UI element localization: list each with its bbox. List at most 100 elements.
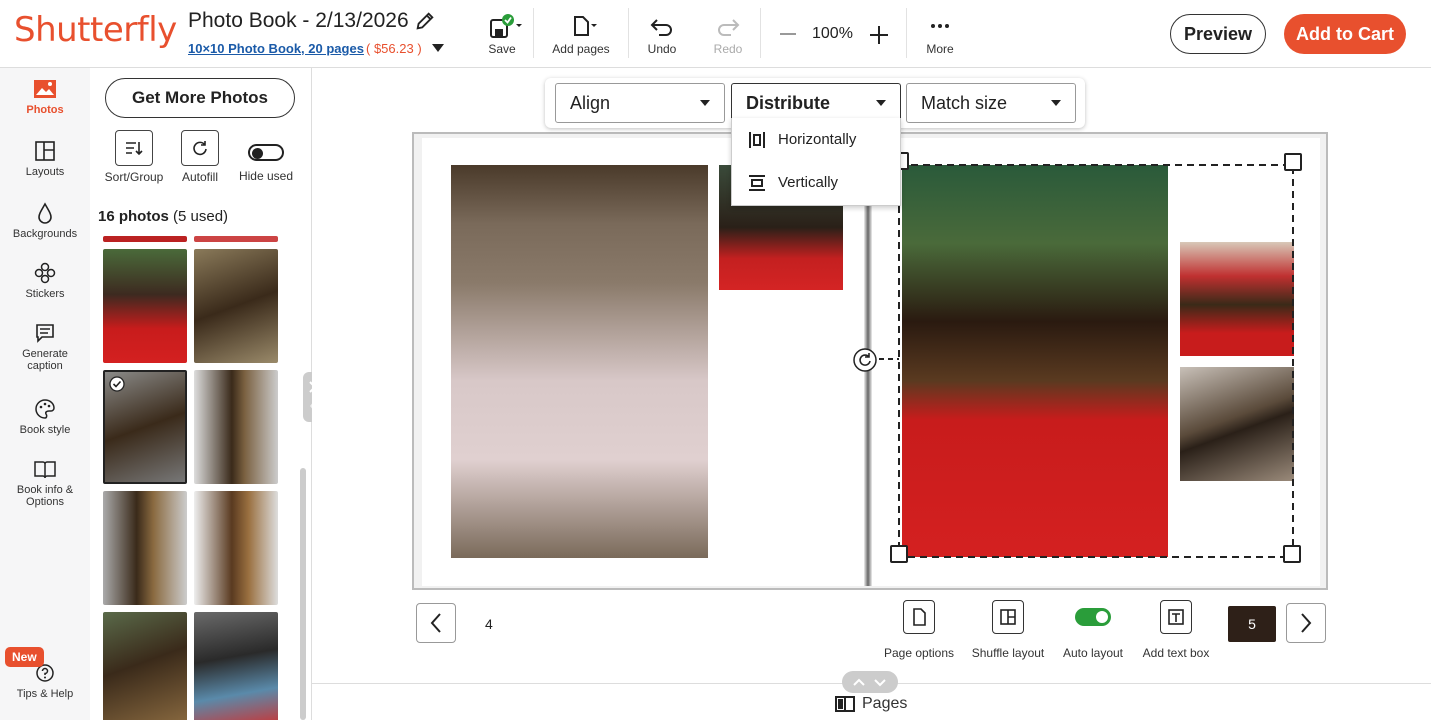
edit-title-pencil-icon[interactable] — [414, 10, 436, 32]
get-more-photos-button[interactable]: Get More Photos — [105, 78, 295, 118]
add-page-icon — [574, 16, 597, 36]
vertically-label: Vertically — [778, 174, 839, 191]
page-options-button[interactable]: Page options — [880, 600, 958, 660]
auto-layout-toggle[interactable]: Auto layout — [1058, 600, 1128, 660]
project-title[interactable]: Photo Book - 2/13/2026 — [188, 9, 409, 33]
autofill-button[interactable]: Autofill — [176, 130, 224, 184]
used-check-icon — [109, 376, 125, 392]
photo-thumbnail-selected[interactable] — [103, 370, 187, 484]
rotate-handle-icon[interactable] — [853, 348, 877, 372]
hide-used-switch[interactable] — [248, 144, 284, 161]
add-to-cart-button[interactable]: Add to Cart — [1284, 14, 1406, 54]
distribute-label: Distribute — [746, 93, 831, 113]
distribute-vertically-option[interactable]: Vertically — [748, 171, 838, 195]
match-size-chevron-icon — [1051, 100, 1061, 106]
book-price: ( $56.23 ) — [366, 41, 422, 56]
nav-photos[interactable]: Photos — [0, 78, 90, 116]
nav-stickers-label: Stickers — [25, 288, 65, 300]
match-size-label: Match size — [921, 93, 1008, 113]
resize-handle-top-right[interactable] — [1284, 153, 1302, 171]
match-size-dropdown[interactable]: Match size — [906, 83, 1076, 123]
more-button[interactable]: More — [918, 0, 962, 68]
resize-handle-bottom-left[interactable] — [890, 545, 908, 563]
undo-label: Undo — [647, 42, 677, 56]
align-dropdown[interactable]: Align — [555, 83, 725, 123]
text-box-icon — [1168, 609, 1184, 625]
caption-icon — [36, 324, 54, 343]
photo-thumbnail[interactable] — [103, 236, 187, 242]
previous-page-button[interactable] — [416, 603, 456, 643]
chevron-left-icon — [430, 613, 441, 633]
redo-icon — [718, 19, 740, 36]
zoom-level: 100% — [812, 25, 853, 42]
nav-layouts[interactable]: Layouts — [0, 140, 90, 178]
save-label: Save — [488, 42, 516, 56]
zoom-in-icon[interactable] — [868, 24, 890, 46]
next-page-button[interactable] — [1286, 603, 1326, 643]
distribute-vertical-icon — [749, 175, 765, 191]
add-pages-label: Add pages — [552, 42, 610, 56]
shuffle-layout-button[interactable]: Shuffle layout — [968, 600, 1048, 660]
current-page-number[interactable]: 5 — [1228, 606, 1276, 642]
pages-label[interactable]: Pages — [862, 695, 907, 713]
hide-used-label: Hide used — [238, 169, 294, 183]
zoom-out-icon[interactable] — [778, 26, 798, 42]
save-check-icon — [490, 14, 522, 38]
photo-thumbnail[interactable] — [194, 612, 278, 720]
top-bar: Shutterfly Photo Book - 2/13/2026 10×10 … — [0, 0, 1431, 68]
photos-icon — [34, 80, 56, 98]
toolbar-divider — [533, 8, 534, 58]
used-count: (5 used) — [173, 208, 229, 225]
preview-button[interactable]: Preview — [1170, 14, 1266, 54]
photo-thumbnail[interactable] — [103, 249, 187, 363]
photo-thumbnail[interactable] — [194, 491, 278, 605]
book-options-dropdown-icon[interactable] — [432, 44, 444, 52]
autofill-label: Autofill — [181, 170, 219, 184]
nav-book-info[interactable]: Book info & Options — [0, 458, 90, 508]
nav-photos-label: Photos — [26, 104, 64, 116]
save-button[interactable]: Save — [482, 0, 522, 68]
photo-count: 16 photos (5 used) — [98, 208, 228, 225]
auto-layout-switch[interactable] — [1075, 608, 1111, 626]
photo-thumbnails — [90, 236, 302, 720]
panel-scrollbar[interactable] — [300, 468, 306, 720]
nav-book-style[interactable]: Book style — [0, 398, 90, 436]
add-pages-button[interactable]: Add pages — [548, 0, 614, 68]
nav-tips-label: Tips & Help — [16, 688, 74, 700]
nav-backgrounds[interactable]: Backgrounds — [0, 202, 90, 240]
distribute-horizontally-option[interactable]: Horizontally — [748, 128, 856, 152]
hide-used-toggle[interactable]: Hide used — [236, 130, 296, 183]
resize-handle-bottom-right[interactable] — [1283, 545, 1301, 563]
photo-count-number: 16 photos — [98, 208, 169, 225]
shutterfly-logo[interactable]: Shutterfly — [14, 10, 177, 50]
redo-label: Redo — [713, 42, 743, 56]
redo-button[interactable]: Redo — [706, 0, 750, 68]
add-text-box-button[interactable]: Add text box — [1138, 600, 1214, 660]
chevron-right-icon — [1301, 613, 1312, 633]
nav-generate-caption[interactable]: Generate caption — [0, 322, 90, 372]
undo-icon — [650, 19, 672, 36]
align-label: Align — [570, 93, 611, 113]
pages-book-icon — [835, 696, 855, 712]
photo-thumbnail[interactable] — [194, 370, 278, 484]
pages-expand-toggle[interactable] — [842, 671, 898, 693]
photo-thumbnail[interactable] — [194, 249, 278, 363]
more-dots-icon — [931, 24, 949, 28]
photo-thumbnail[interactable] — [194, 236, 278, 242]
horizontally-label: Horizontally — [778, 131, 857, 148]
toolbar-divider — [628, 8, 629, 58]
distribute-dropdown[interactable]: Distribute — [731, 83, 901, 123]
photo-thumbnail[interactable] — [103, 612, 187, 720]
photo-dog-pajamas[interactable] — [451, 165, 708, 558]
nav-layouts-label: Layouts — [25, 166, 65, 178]
sort-group-button[interactable]: Sort/Group — [102, 130, 166, 184]
book-details-link[interactable]: 10×10 Photo Book, 20 pages — [188, 41, 364, 56]
nav-stickers[interactable]: Stickers — [0, 262, 90, 300]
stickers-icon — [34, 262, 56, 284]
distribute-horizontal-icon — [749, 132, 765, 148]
nav-tips-help[interactable]: Tips & Help — [0, 662, 90, 700]
more-label: More — [926, 42, 954, 56]
undo-button[interactable]: Undo — [640, 0, 684, 68]
photo-thumbnail[interactable] — [103, 491, 187, 605]
autofill-refresh-icon — [193, 141, 207, 156]
